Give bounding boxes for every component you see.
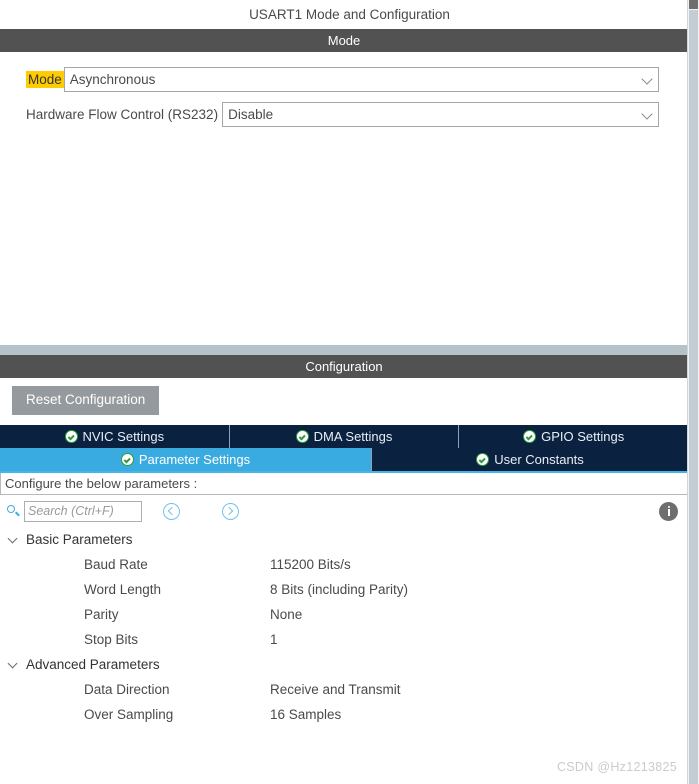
scrollbar-thumb[interactable] xyxy=(689,0,698,9)
configuration-section-header: Configuration xyxy=(0,355,688,378)
table-row[interactable]: Word Length 8 Bits (including Parity) xyxy=(8,577,688,602)
group-label: Basic Parameters xyxy=(26,532,133,547)
chevron-down-icon[interactable] xyxy=(8,534,19,545)
param-label: Baud Rate xyxy=(84,557,148,572)
table-row[interactable]: Data Direction Receive and Transmit xyxy=(8,677,688,702)
tab-row-secondary: Parameter Settings User Constants xyxy=(0,448,688,473)
tab-label: DMA Settings xyxy=(313,429,393,444)
param-label: Stop Bits xyxy=(84,632,139,647)
scrollbar-track[interactable] xyxy=(689,10,698,784)
tab-parameter-settings[interactable]: Parameter Settings xyxy=(0,448,372,471)
group-advanced-parameters[interactable]: Advanced Parameters xyxy=(8,652,688,677)
tab-nvic-settings[interactable]: NVIC Settings xyxy=(0,425,230,448)
vertical-scrollbar[interactable] xyxy=(687,0,699,784)
info-circle-icon[interactable] xyxy=(659,501,678,521)
param-value: 8 Bits (including Parity) xyxy=(270,582,409,597)
param-value: None xyxy=(270,607,303,622)
param-label: Over Sampling xyxy=(84,707,174,722)
tab-row-primary: NVIC Settings DMA Settings GPIO Settings xyxy=(0,425,689,448)
configuration-panel: Reset Configuration NVIC Settings DMA Se… xyxy=(0,378,689,784)
mode-panel: Mode Asynchronous Hardware Flow Control … xyxy=(0,52,688,345)
param-label: Data Direction xyxy=(84,682,170,697)
reset-configuration-button[interactable]: Reset Configuration xyxy=(12,386,160,415)
tab-bar: NVIC Settings DMA Settings GPIO Settings… xyxy=(0,425,689,473)
tab-label: User Constants xyxy=(494,452,584,467)
parameter-search-toolbar xyxy=(0,495,688,527)
chevron-down-icon xyxy=(640,102,658,127)
mode-dropdown-value: Asynchronous xyxy=(69,71,156,87)
chevron-down-icon xyxy=(640,67,658,92)
reset-zone: Reset Configuration xyxy=(0,378,688,425)
tab-gpio-settings[interactable]: GPIO Settings xyxy=(459,425,689,448)
check-circle-icon xyxy=(64,430,78,443)
group-basic-parameters[interactable]: Basic Parameters xyxy=(8,527,688,552)
tab-dma-settings[interactable]: DMA Settings xyxy=(229,425,460,448)
watermark: CSDN @Hz1213825 xyxy=(556,760,677,774)
chevron-down-icon[interactable] xyxy=(8,659,19,670)
group-label: Advanced Parameters xyxy=(26,657,160,672)
page-title: USART1 Mode and Configuration xyxy=(0,0,699,29)
hardware-flow-control-field-row: Hardware Flow Control (RS232) Disable xyxy=(0,101,688,127)
tab-label: Parameter Settings xyxy=(138,452,251,467)
tab-user-constants[interactable]: User Constants xyxy=(372,448,688,471)
chevron-left-circle-icon[interactable] xyxy=(163,502,180,520)
search-input[interactable] xyxy=(24,500,142,522)
hardware-flow-control-value: Disable xyxy=(228,106,274,122)
tab-label: GPIO Settings xyxy=(541,429,625,444)
table-row[interactable]: Over Sampling 16 Samples xyxy=(8,702,688,727)
search-icon xyxy=(6,504,21,519)
param-value: 115200 Bits/s xyxy=(270,557,351,572)
parameter-tree: Basic Parameters Baud Rate 115200 Bits/s… xyxy=(0,527,688,784)
param-label: Parity xyxy=(84,607,119,622)
check-circle-icon xyxy=(476,453,490,466)
check-circle-icon xyxy=(523,430,537,443)
hardware-flow-control-dropdown[interactable]: Disable xyxy=(222,101,659,127)
panel-divider xyxy=(0,345,688,355)
hardware-flow-control-label: Hardware Flow Control (RS232) xyxy=(26,106,219,122)
check-circle-icon xyxy=(120,453,134,466)
param-value: Receive and Transmit xyxy=(270,682,401,697)
table-row[interactable]: Stop Bits 1 xyxy=(8,627,688,652)
mode-field-row: Mode Asynchronous xyxy=(0,66,688,92)
table-row[interactable]: Baud Rate 115200 Bits/s xyxy=(8,552,688,577)
param-value: 1 xyxy=(270,632,278,647)
param-value: 16 Samples xyxy=(270,707,342,722)
configure-parameters-label: Configure the below parameters : xyxy=(0,473,688,495)
table-row[interactable]: Parity None xyxy=(8,602,688,627)
mode-field-label: Mode xyxy=(26,70,64,88)
chevron-right-circle-icon[interactable] xyxy=(222,502,239,520)
mode-section-header: Mode xyxy=(0,29,688,52)
tab-label: NVIC Settings xyxy=(82,429,165,444)
mode-dropdown[interactable]: Asynchronous xyxy=(63,66,659,92)
check-circle-icon xyxy=(295,430,309,443)
param-label: Word Length xyxy=(84,582,162,597)
usart-configuration-window: USART1 Mode and Configuration Mode Mode … xyxy=(0,0,699,784)
